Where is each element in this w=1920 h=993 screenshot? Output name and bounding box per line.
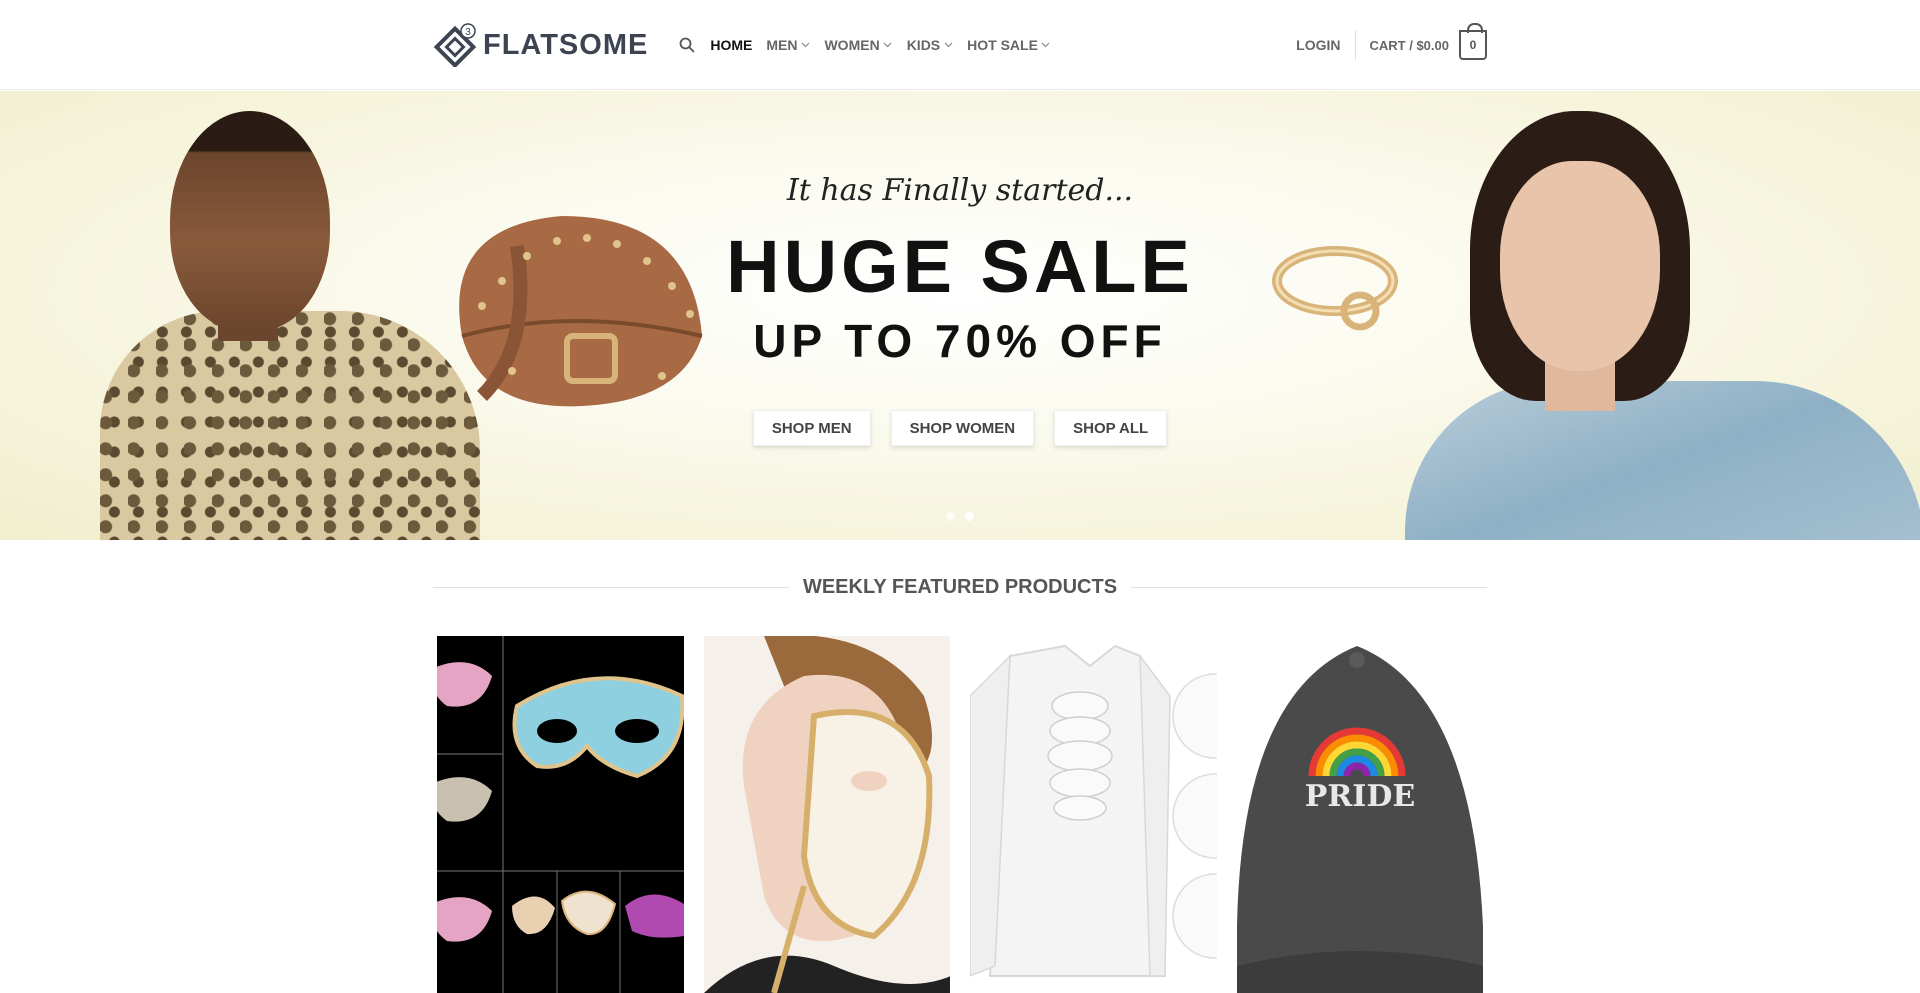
hero-model-left-head — [170, 111, 330, 331]
nav-women[interactable]: WOMEN — [824, 37, 892, 53]
featured-section-header: WEEKLY FEATURED PRODUCTS — [433, 568, 1488, 606]
nav-hot-sale-label: HOT SALE — [967, 37, 1038, 53]
login-link[interactable]: LOGIN — [1296, 37, 1354, 53]
nav-kids[interactable]: KIDS — [907, 37, 953, 53]
search-icon[interactable] — [678, 36, 696, 54]
chevron-down-icon — [883, 40, 893, 50]
cart-count: 0 — [1469, 38, 1477, 52]
main-nav: HOME MEN WOMEN KIDS HOT SALE — [678, 0, 1051, 90]
hero-model-right-face — [1500, 161, 1660, 371]
slider-dot-2[interactable] — [965, 512, 974, 521]
hero-content: It has Finally started... HUGE SALE UP T… — [660, 91, 1260, 540]
shop-women-button[interactable]: SHOP WOMEN — [890, 410, 1035, 446]
woman-mask-image — [703, 636, 950, 993]
nav-home-label: HOME — [710, 37, 753, 53]
white-blouse-image — [970, 636, 1217, 993]
cart-link[interactable]: CART / $0.00 0 — [1369, 23, 1487, 60]
slider-dot-1[interactable] — [946, 512, 955, 521]
hero-subheadline: UP TO 70% OFF — [753, 315, 1167, 367]
product-card-face-mask[interactable] — [703, 636, 950, 993]
logo[interactable]: 3 FLATSOME — [433, 21, 648, 69]
nav-kids-label: KIDS — [906, 37, 941, 53]
header-divider — [1354, 30, 1356, 60]
hero-model-right-jacket — [1405, 381, 1920, 540]
product-card-white-blouse[interactable] — [970, 636, 1217, 993]
product-card-masquerade-masks[interactable] — [437, 636, 684, 993]
nav-home[interactable]: HOME — [710, 37, 752, 53]
cart-bag-icon: 0 — [1459, 23, 1487, 60]
nav-men-label: MEN — [766, 37, 798, 53]
header-inner: 3 FLATSOME HOME MEN WOMEN KIDS HOT SALE … — [433, 0, 1487, 90]
hero-buttons: SHOP MEN SHOP WOMEN SHOP ALL — [660, 410, 1260, 446]
product-grid: PRIDE — [437, 636, 1483, 993]
slider-dots — [660, 512, 1260, 521]
shop-all-button[interactable]: SHOP ALL — [1054, 410, 1168, 446]
header-actions: LOGIN CART / $0.00 0 — [1296, 0, 1487, 90]
ring-image — [1272, 246, 1398, 331]
chevron-down-icon — [800, 40, 810, 50]
nav-women-label: WOMEN — [824, 37, 880, 53]
shop-men-button[interactable]: SHOP MEN — [752, 410, 871, 446]
section-rule-left — [433, 586, 789, 588]
section-rule-right — [1131, 586, 1488, 588]
hero-tagline: It has Finally started... — [786, 173, 1134, 208]
nav-hot-sale[interactable]: HOT SALE — [967, 37, 1051, 53]
featured-title: WEEKLY FEATURED PRODUCTS — [802, 575, 1118, 598]
svg-text:PRIDE: PRIDE — [1304, 779, 1414, 814]
nav-men[interactable]: MEN — [766, 37, 810, 53]
product-card-pride-cap[interactable]: PRIDE — [1236, 636, 1483, 993]
site-header: 3 FLATSOME HOME MEN WOMEN KIDS HOT SALE … — [0, 0, 1920, 90]
logo-badge: 3 — [465, 27, 471, 38]
cart-label: CART / $0.00 — [1369, 37, 1449, 53]
logo-text: FLATSOME — [483, 28, 649, 61]
hero-headline: HUGE SALE — [726, 225, 1194, 308]
chevron-down-icon — [943, 40, 953, 50]
chevron-down-icon — [1041, 40, 1051, 50]
flatsome-logo-icon: 3 — [433, 23, 477, 69]
hero-banner: It has Finally started... HUGE SALE UP T… — [0, 91, 1920, 540]
pride-cap-image: PRIDE — [1236, 636, 1483, 993]
masquerade-masks-image — [437, 636, 684, 993]
